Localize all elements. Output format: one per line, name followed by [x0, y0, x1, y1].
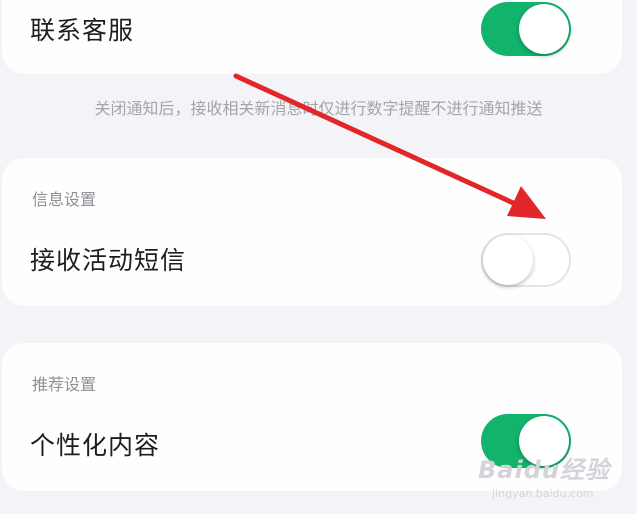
watermark-url: jingyan.baidu.com — [492, 487, 594, 500]
annotation-arrow-icon — [233, 73, 546, 219]
watermark-logo: Baidu经验 — [478, 456, 610, 484]
baidu-watermark: Baidu经验 jingyan.baidu.com — [478, 450, 610, 500]
